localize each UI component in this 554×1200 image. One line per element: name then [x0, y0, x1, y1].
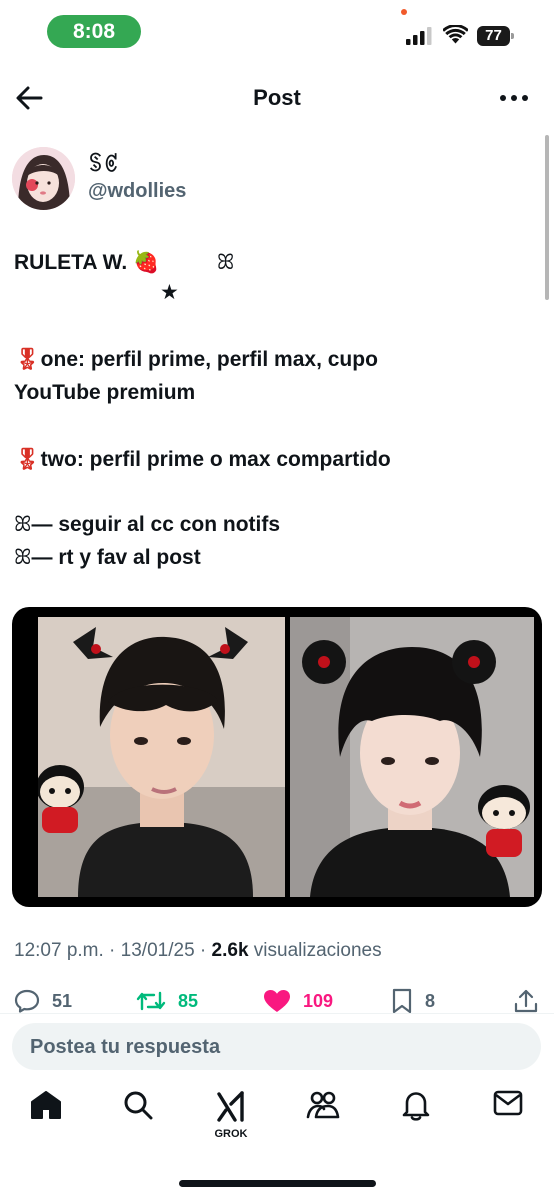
author-handle[interactable]: @wdollies — [88, 180, 186, 203]
like-count: 109 — [303, 990, 334, 1011]
rule-line-1: ꕤ— seguir al cc con notifs — [14, 513, 281, 536]
wifi-icon — [443, 25, 468, 44]
reply-placeholder: Postea tu respuesta — [30, 1036, 221, 1058]
search-icon — [124, 1091, 153, 1120]
repost-icon — [136, 991, 166, 1011]
bookmark-icon — [392, 988, 412, 1014]
share-icon — [514, 989, 538, 1013]
post-time: 12:07 p.m. — [14, 940, 104, 961]
bookmark-count: 8 — [425, 990, 436, 1011]
nav-search[interactable] — [113, 1090, 163, 1140]
author-avatar[interactable] — [12, 147, 75, 210]
bell-icon — [402, 1092, 430, 1121]
heart-filled-icon — [264, 990, 290, 1012]
nav-notifications[interactable] — [391, 1090, 441, 1140]
author-display-name[interactable]: ꌗꏳ — [88, 150, 119, 177]
repost-count: 85 — [178, 990, 199, 1011]
communities-icon — [306, 1091, 340, 1119]
battery-level: 77 — [477, 26, 510, 46]
tweet-line-title: RULETA W. 🍓 ꕤ — [14, 251, 235, 274]
battery-icon: 77 — [477, 26, 515, 46]
post-meta: 12:07 p.m. · 13/01/25 · 2.6k visualizaci… — [14, 940, 382, 961]
grok-icon — [217, 1091, 244, 1122]
views-count: 2.6k — [211, 940, 249, 961]
status-time: 8:08 — [47, 15, 141, 48]
more-options-icon[interactable] — [498, 92, 530, 104]
grok-label: GROK — [214, 1128, 248, 1140]
status-bar: 8:08 77 — [0, 0, 554, 64]
reply-icon — [14, 989, 40, 1013]
post-date: 13/01/25 — [120, 940, 195, 961]
rule-line-2: ꕤ— rt y fav al post — [14, 546, 201, 569]
nav-messages[interactable] — [483, 1090, 533, 1140]
media-photo-left[interactable] — [38, 617, 285, 897]
home-indicator[interactable] — [179, 1180, 376, 1187]
star-decoration: ★ — [160, 281, 179, 304]
nav-grok[interactable]: GROK — [206, 1090, 256, 1140]
cellular-signal-icon — [406, 27, 432, 45]
privacy-indicator-dot — [401, 9, 407, 15]
views-label: visualizaciones — [248, 940, 382, 961]
bottom-nav: GROK — [0, 1090, 554, 1150]
post-header: Post — [0, 72, 554, 124]
prize-one-line: 🎖one: perfil prime, perfil max, cupo — [14, 348, 378, 371]
nav-home[interactable] — [21, 1090, 71, 1140]
prize-two-line: 🎖two: perfil prime o max compartido — [14, 448, 391, 471]
nav-communities[interactable] — [298, 1090, 348, 1140]
tweet-media[interactable] — [12, 607, 542, 907]
page-title: Post — [253, 85, 301, 110]
mail-icon — [493, 1090, 523, 1116]
divider — [0, 1013, 554, 1014]
scroll-indicator — [545, 135, 549, 300]
reply-input[interactable]: Postea tu respuesta — [12, 1023, 541, 1070]
home-icon — [31, 1091, 61, 1119]
reply-count: 51 — [52, 990, 73, 1011]
media-photo-right[interactable] — [290, 617, 534, 897]
prize-one-continuation: YouTube premium — [14, 381, 196, 404]
medal-icon: 🎖 — [14, 448, 41, 471]
medal-icon: 🎖 — [14, 348, 41, 371]
